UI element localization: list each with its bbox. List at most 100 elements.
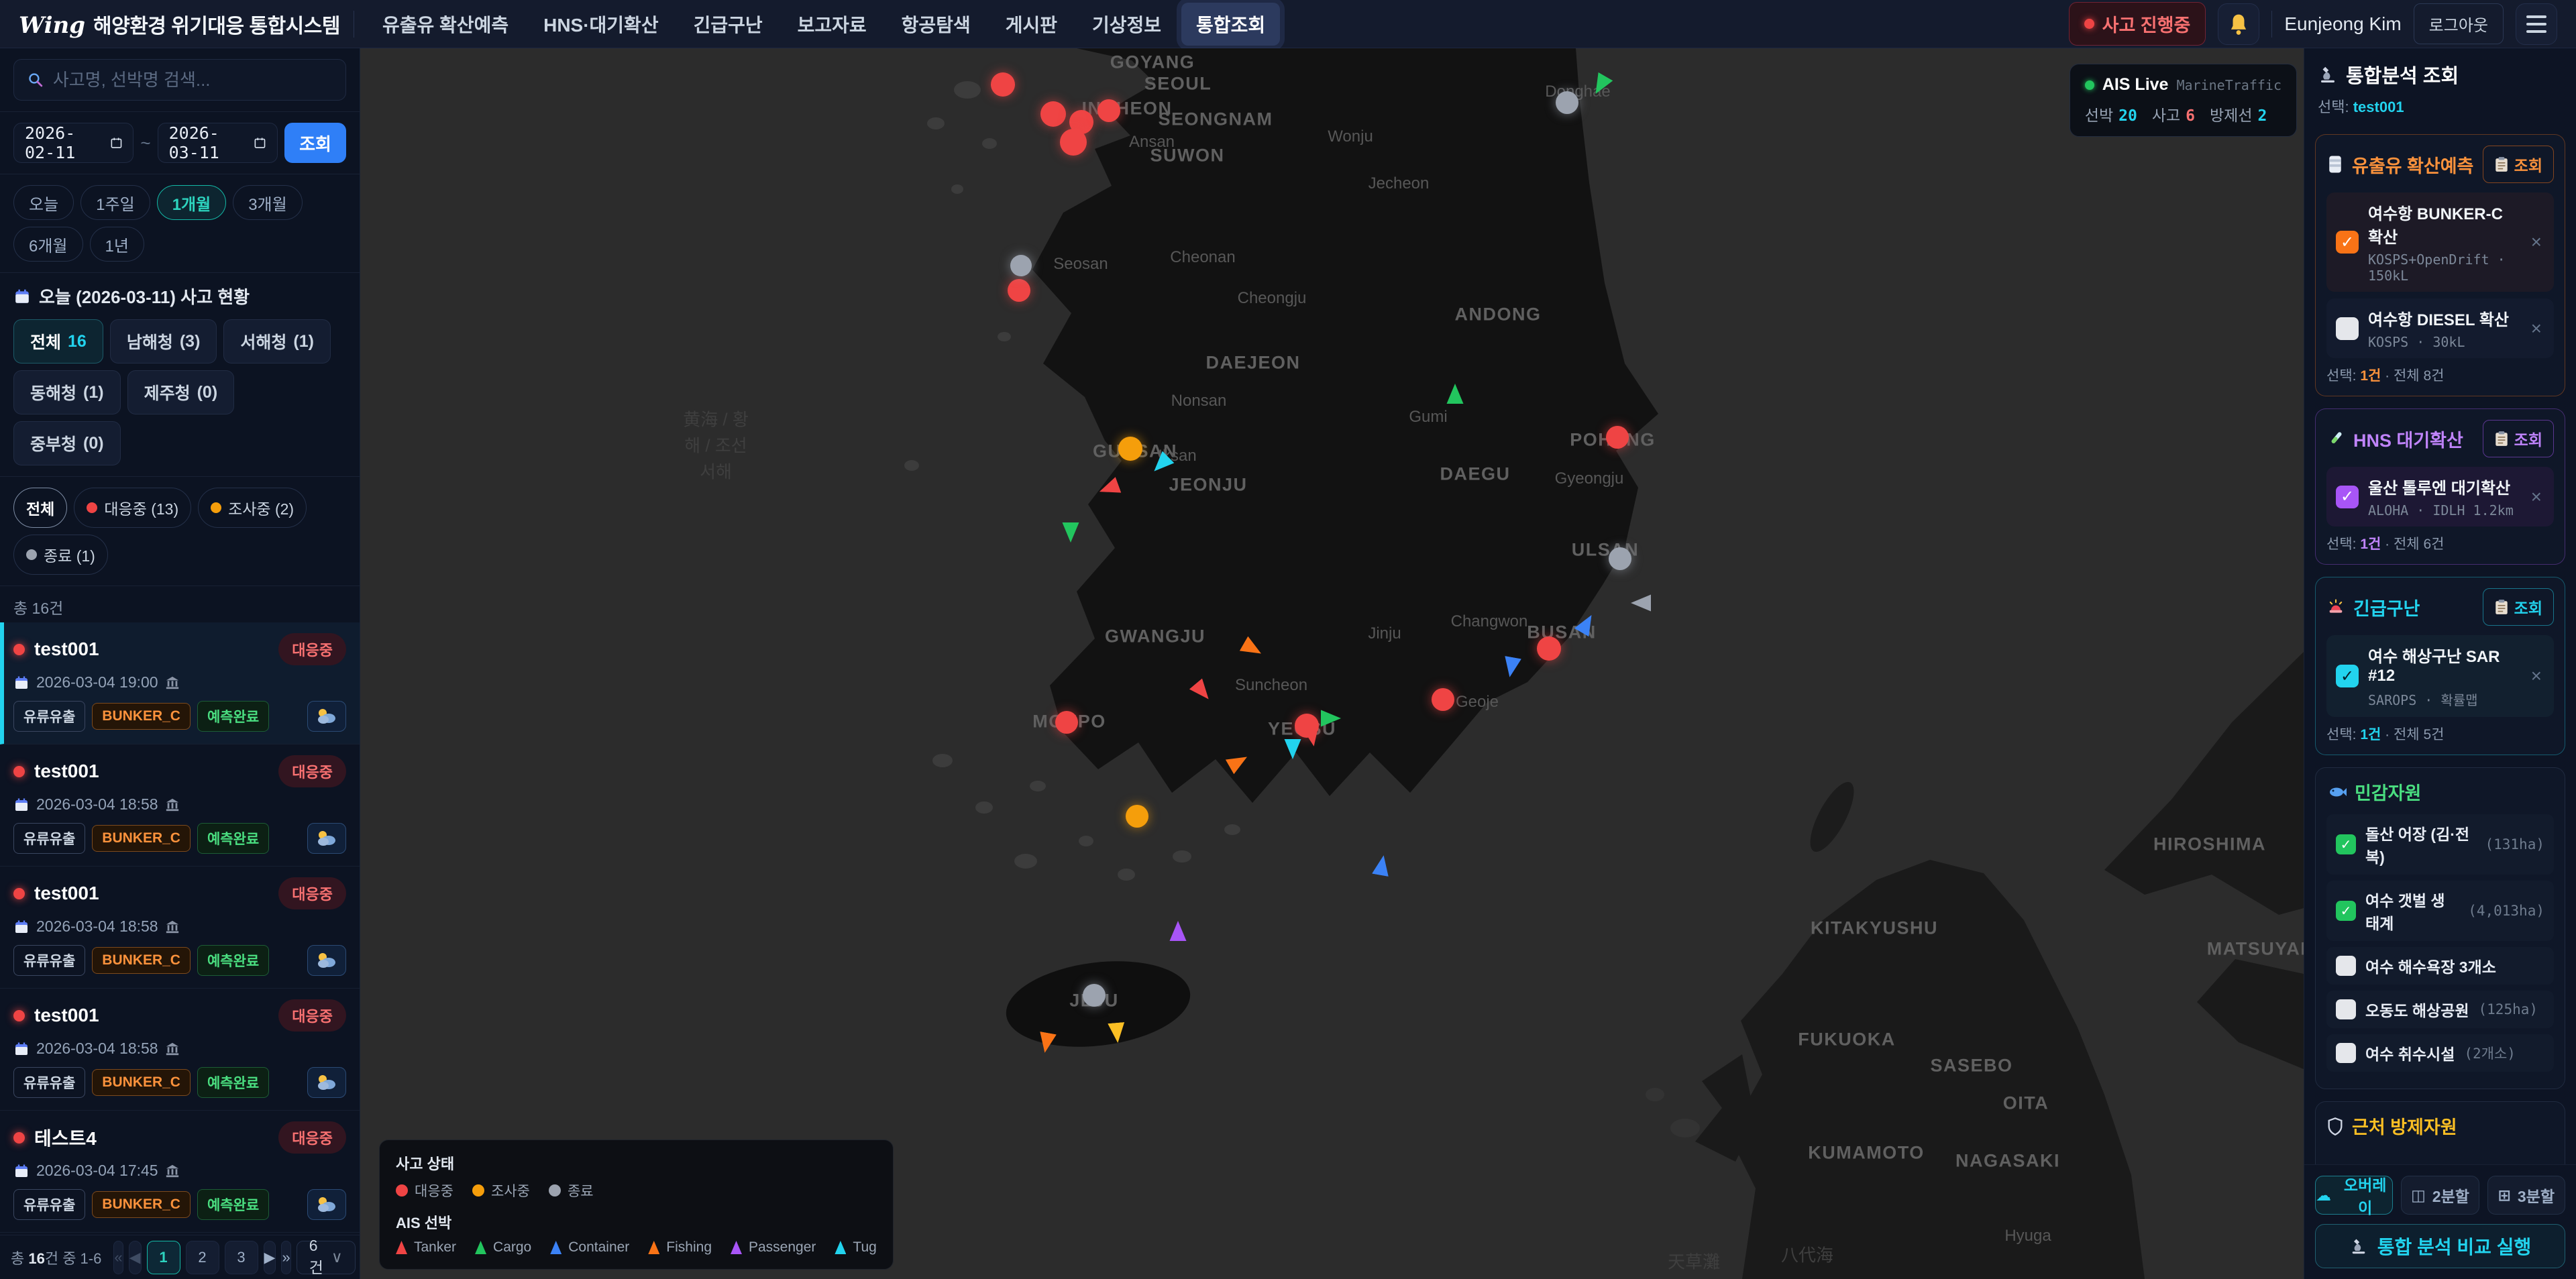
checkbox[interactable]: [2336, 1043, 2356, 1063]
weather-button[interactable]: [307, 1067, 346, 1098]
view-button-2[interactable]: ⊞3분할: [2487, 1176, 2565, 1215]
nav-item-0[interactable]: 유출유 확산예측: [368, 3, 523, 46]
checkbox[interactable]: [2336, 317, 2359, 340]
incident-marker[interactable]: [1083, 984, 1106, 1007]
incident-marker[interactable]: [1010, 255, 1032, 276]
incident-card-2[interactable]: test001 대응중 2026-03-04 18:58 유류유출 BUNKER…: [0, 867, 360, 989]
resource-item[interactable]: 여수 해수욕장 3개소: [2326, 947, 2554, 985]
nav-item-1[interactable]: HNS·대기확산: [529, 3, 673, 46]
nav-item-5[interactable]: 게시판: [991, 3, 1072, 46]
checkbox[interactable]: ✓: [2336, 834, 2356, 854]
date-from-field[interactable]: 2026-02-11: [13, 123, 133, 163]
status-pill-2[interactable]: 조사중 (2): [198, 488, 307, 528]
incident-marker[interactable]: [1432, 688, 1454, 711]
close-icon[interactable]: ×: [2528, 318, 2544, 339]
range-pill-1[interactable]: 1주일: [80, 185, 150, 220]
page-button-2[interactable]: 2: [186, 1241, 219, 1274]
incident-status-dot-icon: [13, 644, 25, 655]
model-item[interactable]: ✓ 여수 해상구난 SAR #12 SAROPS · 확률맵 ×: [2326, 635, 2554, 717]
range-pill-3[interactable]: 3개월: [233, 185, 303, 220]
incident-marker[interactable]: [1537, 636, 1561, 661]
run-analysis-button[interactable]: 통합 분석 비교 실행: [2315, 1224, 2565, 1268]
checkbox[interactable]: ✓: [2336, 665, 2359, 687]
checkbox[interactable]: ✓: [2336, 231, 2359, 254]
nav-item-6[interactable]: 기상정보: [1077, 3, 1176, 46]
search-input[interactable]: [53, 70, 332, 91]
close-icon[interactable]: ×: [2528, 231, 2544, 253]
range-pill-0[interactable]: 오늘: [13, 185, 74, 220]
section-query-button[interactable]: 조회: [2483, 146, 2554, 183]
first-page-button[interactable]: «: [113, 1241, 123, 1274]
nav-item-7[interactable]: 통합조회: [1181, 3, 1280, 46]
weather-button[interactable]: [307, 701, 346, 732]
view-button-0[interactable]: ☁오버레이: [2315, 1176, 2393, 1215]
resource-label: 여수 취수시설: [2365, 1042, 2455, 1064]
incident-card-1[interactable]: test001 대응중 2026-03-04 18:58 유류유출 BUNKER…: [0, 744, 360, 867]
nav-item-4[interactable]: 항공탐색: [887, 3, 985, 46]
nav-item-2[interactable]: 긴급구난: [679, 3, 777, 46]
incident-marker[interactable]: [1008, 279, 1030, 302]
model-item[interactable]: ✓ 울산 톨루엔 대기확산 ALOHA · IDLH 1.2km ×: [2326, 467, 2554, 526]
page-button-3[interactable]: 3: [225, 1241, 258, 1274]
view-button-1[interactable]: ◫2분할: [2401, 1176, 2479, 1215]
prev-page-button[interactable]: ◀: [129, 1241, 142, 1274]
incident-marker[interactable]: [1606, 426, 1629, 449]
search-box[interactable]: [13, 59, 346, 101]
map-canvas[interactable]: GOYANGSEOULINCHEONSEONGNAMAnsanSUWONWonj…: [360, 48, 2304, 1279]
range-pill-5[interactable]: 1년: [90, 227, 144, 262]
incident-marker[interactable]: [991, 72, 1015, 97]
checkbox[interactable]: [2336, 999, 2356, 1019]
date-query-button[interactable]: 조회: [284, 123, 346, 163]
menu-button[interactable]: [2516, 3, 2557, 45]
status-pill-1[interactable]: 대응중 (13): [74, 488, 191, 528]
nav-item-3[interactable]: 보고자료: [783, 3, 881, 46]
resource-item[interactable]: 여수 취수시설 (2개소): [2326, 1034, 2554, 1072]
page-size-select[interactable]: 6건 ∨: [297, 1241, 356, 1274]
date-to-field[interactable]: 2026-03-11: [158, 123, 278, 163]
incident-marker[interactable]: [1126, 805, 1148, 828]
incident-marker[interactable]: [1055, 711, 1078, 734]
weather-button[interactable]: [307, 823, 346, 854]
region-pill-2[interactable]: 서해청(1): [223, 319, 331, 364]
incident-marker[interactable]: [1609, 547, 1631, 570]
checkbox[interactable]: [2336, 956, 2356, 976]
incident-marker[interactable]: [1040, 101, 1066, 127]
checkbox[interactable]: ✓: [2336, 901, 2356, 921]
notifications-button[interactable]: [2218, 3, 2259, 45]
region-pill-5[interactable]: 중부청(0): [13, 421, 121, 465]
region-pill-4[interactable]: 제주청(0): [127, 370, 235, 414]
region-pill-1[interactable]: 남해청(3): [110, 319, 217, 364]
model-item[interactable]: ✓ 여수항 BUNKER-C 확산 KOSPS+OpenDrift · 150k…: [2326, 192, 2554, 292]
checkbox[interactable]: ✓: [2336, 486, 2359, 508]
last-page-button[interactable]: »: [281, 1241, 290, 1274]
weather-button[interactable]: [307, 945, 346, 976]
weather-button[interactable]: [307, 1189, 346, 1220]
incident-card-0[interactable]: test001 대응중 2026-03-04 19:00 유류유출 BUNKER…: [0, 622, 360, 744]
logo-wing-icon: Wing: [19, 12, 85, 39]
section-query-button[interactable]: 조회: [2483, 588, 2554, 626]
incident-card-4[interactable]: 테스트4 대응중 2026-03-04 17:45 유류유출 BUNKER_C …: [0, 1111, 360, 1233]
region-pill-3[interactable]: 동해청(1): [13, 370, 121, 414]
incident-marker[interactable]: [1060, 129, 1087, 156]
logout-button[interactable]: 로그아웃: [2414, 3, 2504, 44]
range-pill-2[interactable]: 1개월: [157, 185, 227, 220]
incident-marker[interactable]: [1118, 437, 1142, 461]
close-icon[interactable]: ×: [2528, 665, 2544, 687]
status-pill-3[interactable]: 종료 (1): [13, 535, 108, 575]
close-icon[interactable]: ×: [2528, 486, 2544, 508]
resource-item[interactable]: ✓ 여수 갯벌 생태계 (4,013ha): [2326, 881, 2554, 941]
page-button-1[interactable]: 1: [147, 1241, 180, 1274]
model-item[interactable]: 여수항 DIESEL 확산 KOSPS · 30kL ×: [2326, 298, 2554, 358]
incident-marker[interactable]: [1097, 99, 1120, 122]
next-page-button[interactable]: ▶: [264, 1241, 276, 1274]
status-pill-0[interactable]: 전체: [13, 488, 67, 528]
incident-marker[interactable]: [1556, 91, 1578, 114]
resource-item[interactable]: ✓ 돌산 어장 (김·전복) (131ha): [2326, 814, 2554, 875]
section-query-button[interactable]: 조회: [2483, 420, 2554, 457]
region-pill-0[interactable]: 전체16: [13, 319, 103, 364]
incident-card-5[interactable]: 테스트3 대응중 2026-03-04 17:41 유류유출 BUNKER_C …: [0, 1233, 360, 1235]
incident-card-3[interactable]: test001 대응중 2026-03-04 18:58 유류유출 BUNKER…: [0, 989, 360, 1111]
range-pill-4[interactable]: 6개월: [13, 227, 83, 262]
incident-inprogress-badge[interactable]: 사고 진행중: [2069, 2, 2206, 46]
resource-item[interactable]: 오동도 해상공원 (125ha): [2326, 991, 2554, 1028]
